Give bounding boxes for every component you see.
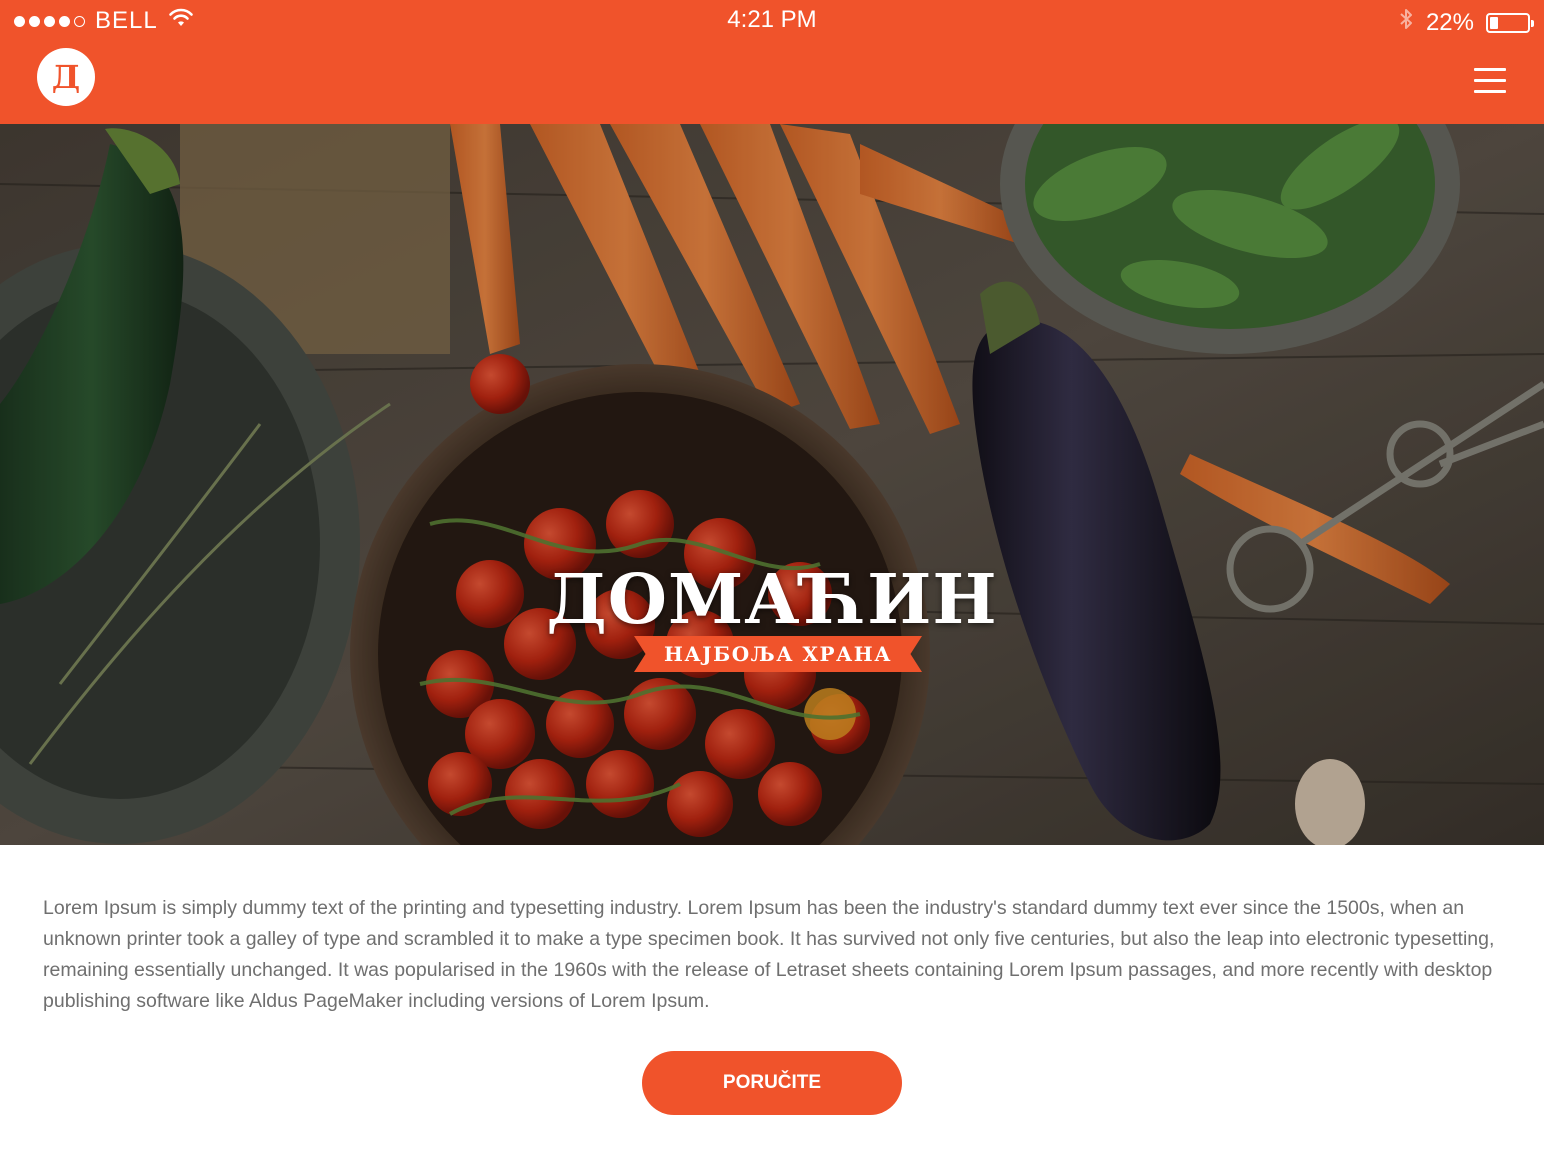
status-right: 22% (1398, 7, 1534, 38)
bluetooth-icon (1398, 7, 1414, 38)
battery-icon (1486, 12, 1534, 33)
battery-percent: 22% (1425, 8, 1474, 36)
intro-text: Lorem Ipsum is simply dummy text of the … (43, 897, 1495, 1012)
hero-subtitle-ribbon: НАЈБОЉА ХРАНА (634, 636, 922, 672)
order-button[interactable]: PORUČITE (642, 1051, 902, 1115)
status-time: 4:21 PM (727, 6, 817, 33)
status-bar: BELL 4:21 PM 22% (0, 0, 1544, 40)
intro-section: Lorem Ipsum is simply dummy text of the … (43, 893, 1503, 1017)
battery-fill (1490, 16, 1498, 29)
hamburger-menu-icon[interactable] (1474, 68, 1506, 94)
logo[interactable]: Д (37, 48, 95, 106)
hero-banner: ДОМАЋИН НАЈБОЉА ХРАНА (0, 124, 1544, 845)
navbar: Д (0, 40, 1544, 124)
hero-title: ДОМАЋИН (546, 560, 998, 640)
hero-background-image (0, 124, 1544, 845)
